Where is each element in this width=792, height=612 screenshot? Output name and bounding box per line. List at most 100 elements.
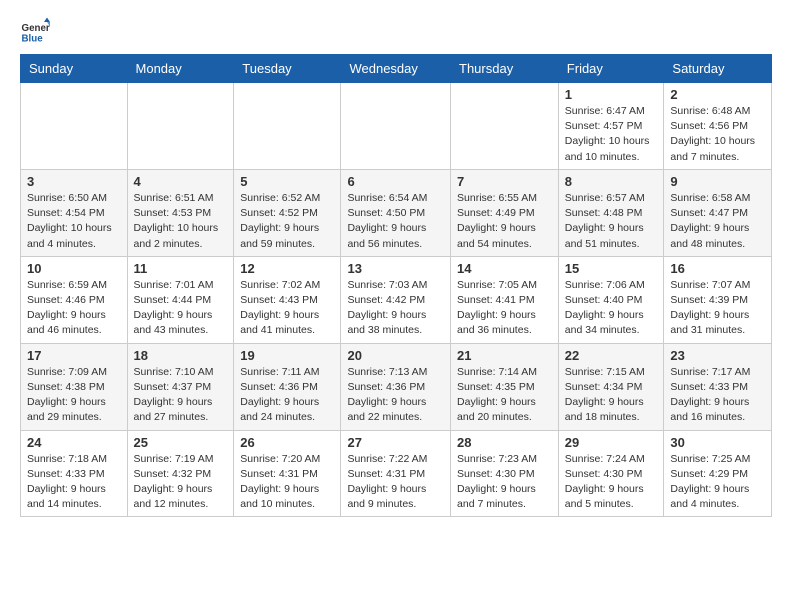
weekday-header: Saturday (664, 55, 772, 83)
calendar-cell: 16 Sunrise: 7:07 AM Sunset: 4:39 PM Dayli… (664, 256, 772, 343)
day-info: Sunrise: 6:59 AM Sunset: 4:46 PM Dayligh… (27, 278, 121, 339)
day-number: 9 (670, 174, 765, 189)
day-number: 20 (347, 348, 444, 363)
day-number: 6 (347, 174, 444, 189)
day-info: Sunrise: 7:18 AM Sunset: 4:33 PM Dayligh… (27, 452, 121, 513)
calendar-cell: 6 Sunrise: 6:54 AM Sunset: 4:50 PM Daylig… (341, 169, 451, 256)
calendar-table: SundayMondayTuesdayWednesdayThursdayFrid… (20, 54, 772, 517)
calendar-cell: 7 Sunrise: 6:55 AM Sunset: 4:49 PM Daylig… (451, 169, 559, 256)
calendar-cell: 28 Sunrise: 7:23 AM Sunset: 4:30 PM Dayli… (451, 430, 559, 517)
day-info: Sunrise: 7:11 AM Sunset: 4:36 PM Dayligh… (240, 365, 334, 426)
day-info: Sunrise: 6:51 AM Sunset: 4:53 PM Dayligh… (134, 191, 228, 252)
day-info: Sunrise: 7:10 AM Sunset: 4:37 PM Dayligh… (134, 365, 228, 426)
calendar-cell (127, 83, 234, 170)
calendar-cell: 20Sunrise: 7:13 AM Sunset: 4:36 PM Dayli… (341, 343, 451, 430)
day-number: 19 (240, 348, 334, 363)
svg-text:Blue: Blue (22, 34, 44, 45)
day-info: Sunrise: 7:25 AM Sunset: 4:29 PM Dayligh… (670, 452, 765, 513)
calendar-cell: 12 Sunrise: 7:02 AM Sunset: 4:43 PM Dayli… (234, 256, 341, 343)
calendar-header-row: SundayMondayTuesdayWednesdayThursdayFrid… (21, 55, 772, 83)
day-number: 14 (457, 261, 552, 276)
calendar-cell: 1 Sunrise: 6:47 AM Sunset: 4:57 PM Daylig… (558, 83, 664, 170)
day-info: Sunrise: 7:14 AM Sunset: 4:35 PM Dayligh… (457, 365, 552, 426)
weekday-header: Sunday (21, 55, 128, 83)
day-info: Sunrise: 6:52 AM Sunset: 4:52 PM Dayligh… (240, 191, 334, 252)
day-info: Sunrise: 7:24 AM Sunset: 4:30 PM Dayligh… (565, 452, 658, 513)
calendar-cell: 14 Sunrise: 7:05 AM Sunset: 4:41 PM Dayli… (451, 256, 559, 343)
calendar-cell: 9Sunrise: 6:58 AM Sunset: 4:47 PM Daylig… (664, 169, 772, 256)
calendar-cell: 18Sunrise: 7:10 AM Sunset: 4:37 PM Dayli… (127, 343, 234, 430)
day-number: 21 (457, 348, 552, 363)
day-number: 7 (457, 174, 552, 189)
day-number: 28 (457, 435, 552, 450)
day-info: Sunrise: 6:50 AM Sunset: 4:54 PM Dayligh… (27, 191, 121, 252)
day-info: Sunrise: 6:47 AM Sunset: 4:57 PM Dayligh… (565, 104, 658, 165)
weekday-header: Thursday (451, 55, 559, 83)
calendar-cell: 10 Sunrise: 6:59 AM Sunset: 4:46 PM Dayli… (21, 256, 128, 343)
svg-text:General: General (22, 23, 51, 34)
day-number: 25 (134, 435, 228, 450)
weekday-header: Wednesday (341, 55, 451, 83)
day-number: 24 (27, 435, 121, 450)
calendar-cell (451, 83, 559, 170)
calendar-cell: 3 Sunrise: 6:50 AM Sunset: 4:54 PM Daylig… (21, 169, 128, 256)
weekday-header: Tuesday (234, 55, 341, 83)
day-info: Sunrise: 7:20 AM Sunset: 4:31 PM Dayligh… (240, 452, 334, 513)
calendar-cell: 2Sunrise: 6:48 AM Sunset: 4:56 PM Daylig… (664, 83, 772, 170)
day-number: 15 (565, 261, 658, 276)
day-info: Sunrise: 7:19 AM Sunset: 4:32 PM Dayligh… (134, 452, 228, 513)
weekday-header: Monday (127, 55, 234, 83)
day-info: Sunrise: 7:06 AM Sunset: 4:40 PM Dayligh… (565, 278, 658, 339)
day-info: Sunrise: 7:23 AM Sunset: 4:30 PM Dayligh… (457, 452, 552, 513)
calendar-week-row: 24 Sunrise: 7:18 AM Sunset: 4:33 PM Dayli… (21, 430, 772, 517)
calendar-cell: 11Sunrise: 7:01 AM Sunset: 4:44 PM Dayli… (127, 256, 234, 343)
day-number: 27 (347, 435, 444, 450)
calendar-cell: 22Sunrise: 7:15 AM Sunset: 4:34 PM Dayli… (558, 343, 664, 430)
calendar-cell: 29Sunrise: 7:24 AM Sunset: 4:30 PM Dayli… (558, 430, 664, 517)
calendar-body: 1 Sunrise: 6:47 AM Sunset: 4:57 PM Daylig… (21, 83, 772, 517)
calendar-week-row: 10 Sunrise: 6:59 AM Sunset: 4:46 PM Dayli… (21, 256, 772, 343)
day-info: Sunrise: 7:07 AM Sunset: 4:39 PM Dayligh… (670, 278, 765, 339)
day-number: 4 (134, 174, 228, 189)
day-info: Sunrise: 7:09 AM Sunset: 4:38 PM Dayligh… (27, 365, 121, 426)
logo: General Blue (20, 16, 50, 46)
calendar-cell: 27 Sunrise: 7:22 AM Sunset: 4:31 PM Dayli… (341, 430, 451, 517)
day-info: Sunrise: 6:54 AM Sunset: 4:50 PM Dayligh… (347, 191, 444, 252)
calendar-cell: 8Sunrise: 6:57 AM Sunset: 4:48 PM Daylig… (558, 169, 664, 256)
day-number: 11 (134, 261, 228, 276)
calendar-cell: 23 Sunrise: 7:17 AM Sunset: 4:33 PM Dayli… (664, 343, 772, 430)
day-info: Sunrise: 7:02 AM Sunset: 4:43 PM Dayligh… (240, 278, 334, 339)
day-number: 12 (240, 261, 334, 276)
day-number: 1 (565, 87, 658, 102)
day-number: 23 (670, 348, 765, 363)
day-number: 17 (27, 348, 121, 363)
day-info: Sunrise: 7:17 AM Sunset: 4:33 PM Dayligh… (670, 365, 765, 426)
day-number: 22 (565, 348, 658, 363)
logo-icon: General Blue (20, 16, 50, 46)
day-number: 5 (240, 174, 334, 189)
calendar-cell: 24 Sunrise: 7:18 AM Sunset: 4:33 PM Dayli… (21, 430, 128, 517)
weekday-header: Friday (558, 55, 664, 83)
day-number: 30 (670, 435, 765, 450)
calendar-week-row: 17 Sunrise: 7:09 AM Sunset: 4:38 PM Dayli… (21, 343, 772, 430)
day-info: Sunrise: 7:03 AM Sunset: 4:42 PM Dayligh… (347, 278, 444, 339)
calendar-cell: 26 Sunrise: 7:20 AM Sunset: 4:31 PM Dayli… (234, 430, 341, 517)
day-number: 26 (240, 435, 334, 450)
page-container: General Blue SundayMondayTuesdayWednesda… (0, 0, 792, 533)
calendar-cell: 5 Sunrise: 6:52 AM Sunset: 4:52 PM Daylig… (234, 169, 341, 256)
day-info: Sunrise: 7:22 AM Sunset: 4:31 PM Dayligh… (347, 452, 444, 513)
calendar-week-row: 3 Sunrise: 6:50 AM Sunset: 4:54 PM Daylig… (21, 169, 772, 256)
calendar-cell: 17 Sunrise: 7:09 AM Sunset: 4:38 PM Dayli… (21, 343, 128, 430)
day-number: 3 (27, 174, 121, 189)
day-number: 10 (27, 261, 121, 276)
calendar-cell (341, 83, 451, 170)
calendar-cell (234, 83, 341, 170)
calendar-cell (21, 83, 128, 170)
day-info: Sunrise: 7:05 AM Sunset: 4:41 PM Dayligh… (457, 278, 552, 339)
calendar-week-row: 1 Sunrise: 6:47 AM Sunset: 4:57 PM Daylig… (21, 83, 772, 170)
day-info: Sunrise: 6:57 AM Sunset: 4:48 PM Dayligh… (565, 191, 658, 252)
calendar-cell: 13Sunrise: 7:03 AM Sunset: 4:42 PM Dayli… (341, 256, 451, 343)
calendar-cell: 15 Sunrise: 7:06 AM Sunset: 4:40 PM Dayli… (558, 256, 664, 343)
day-info: Sunrise: 6:55 AM Sunset: 4:49 PM Dayligh… (457, 191, 552, 252)
day-number: 16 (670, 261, 765, 276)
